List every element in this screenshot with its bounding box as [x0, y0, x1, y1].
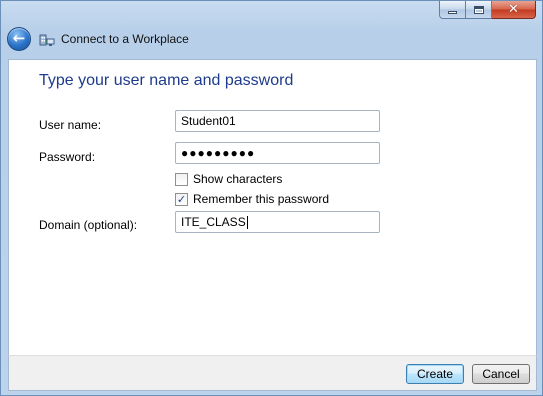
wizard-header: ← Connect to a Workplace: [7, 25, 189, 53]
show-characters-label: Show characters: [193, 172, 283, 186]
minimize-icon: [448, 11, 457, 14]
password-input[interactable]: ●●●●●●●●●: [175, 142, 380, 164]
create-button-label: Create: [416, 367, 454, 381]
cancel-button[interactable]: Cancel: [472, 364, 530, 384]
username-label: User name:: [39, 118, 102, 132]
remember-password-label: Remember this password: [193, 192, 330, 206]
password-value: ●●●●●●●●●: [181, 146, 256, 160]
wizard-footer: Create Cancel: [8, 355, 537, 391]
create-button[interactable]: Create: [406, 364, 464, 384]
back-button[interactable]: ←: [7, 27, 31, 51]
close-icon: ✕: [508, 2, 519, 17]
maximize-button[interactable]: [466, 1, 492, 19]
back-arrow-icon: ←: [12, 28, 26, 47]
maximize-icon: [473, 5, 484, 14]
password-label: Password:: [39, 150, 96, 164]
text-caret: [246, 216, 248, 230]
content-panel: Type your user name and password User na…: [8, 59, 537, 355]
close-button[interactable]: ✕: [492, 1, 536, 19]
page-heading: Type your user name and password: [39, 72, 294, 89]
remember-password-checkbox[interactable]: ✓: [175, 192, 188, 206]
remember-password-row[interactable]: ✓ Remember this password: [175, 191, 329, 207]
username-value: Student01: [181, 114, 236, 128]
show-characters-row[interactable]: Show characters: [175, 171, 282, 187]
window-title: Connect to a Workplace: [61, 32, 189, 46]
minimize-button[interactable]: [439, 1, 466, 19]
caption-buttons: ✕: [439, 1, 536, 21]
domain-value: ITE_CLASS: [181, 215, 246, 229]
domain-label: Domain (optional):: [39, 218, 138, 232]
show-characters-checkbox[interactable]: [175, 172, 188, 186]
domain-input[interactable]: ITE_CLASS: [175, 211, 380, 233]
checkmark-icon: ✓: [176, 192, 187, 206]
wizard-window: ✕ ← Connect to a Workplace Type your use…: [0, 0, 543, 396]
network-workplace-icon: [39, 34, 55, 46]
username-input[interactable]: Student01: [175, 110, 380, 132]
cancel-button-label: Cancel: [482, 367, 520, 381]
